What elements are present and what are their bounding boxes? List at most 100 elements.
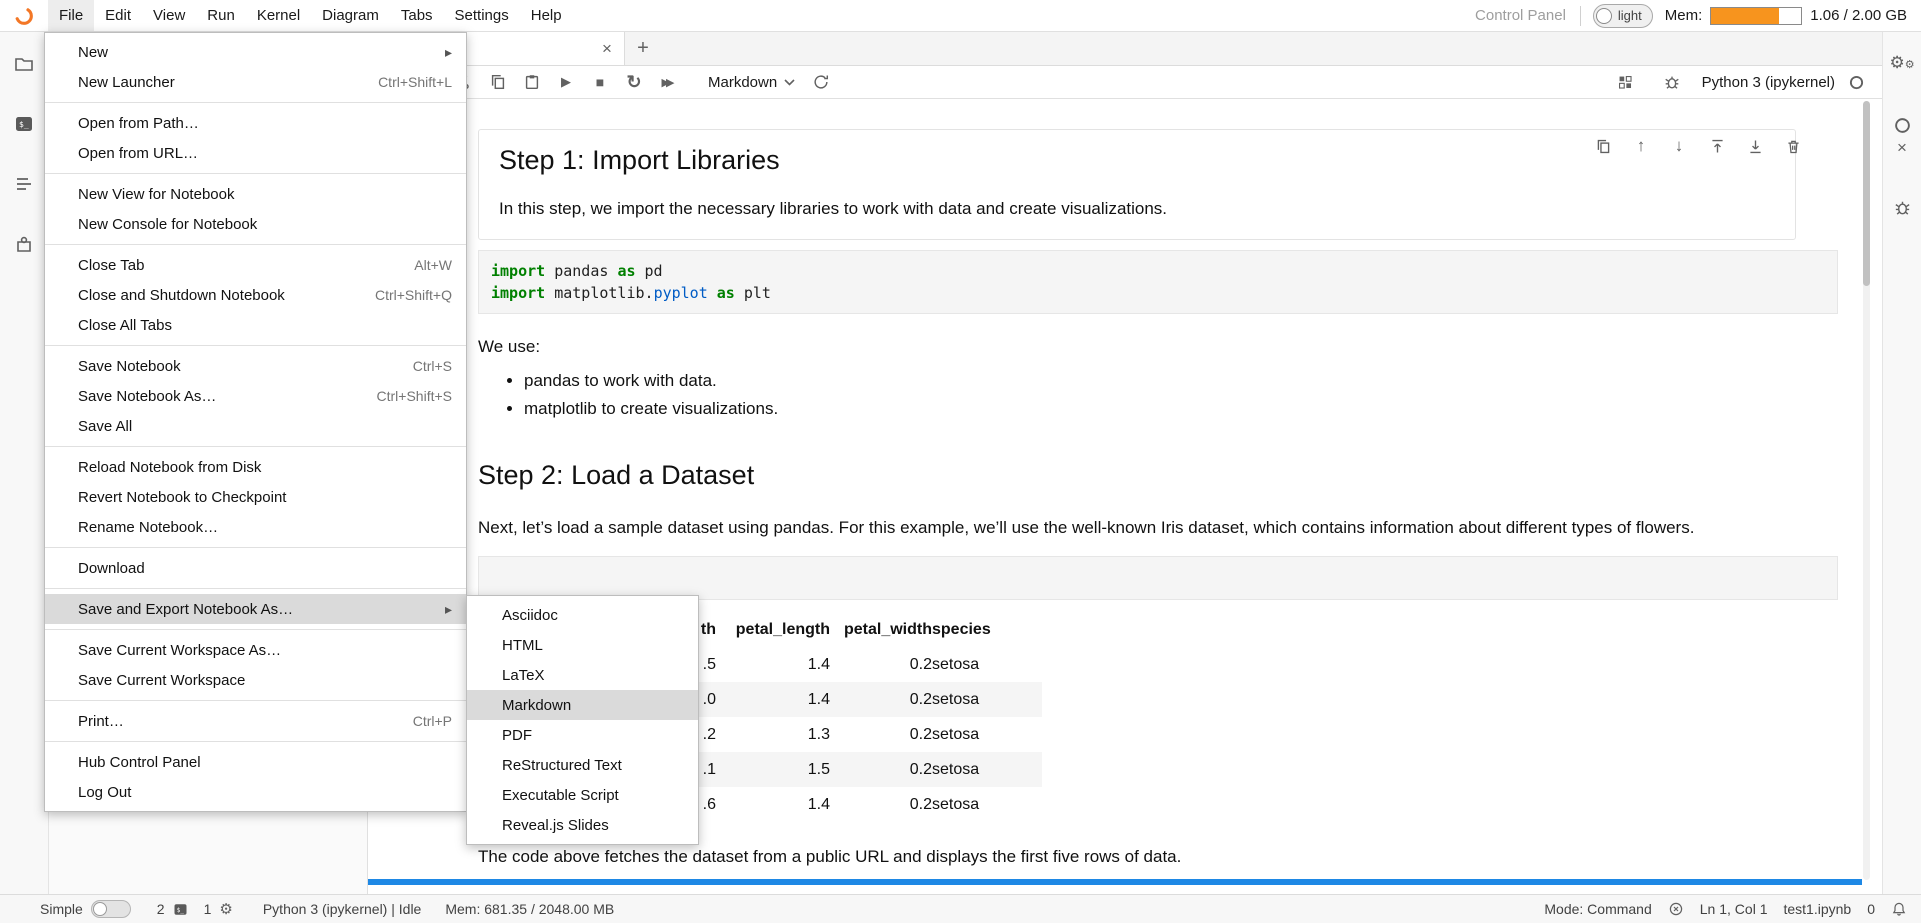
menu-diagram[interactable]: Diagram <box>311 0 390 31</box>
menu-separator <box>45 741 466 742</box>
vertical-scrollbar-thumb[interactable] <box>1863 101 1870 286</box>
menu-item-reload-notebook-from-disk[interactable]: Reload Notebook from Disk <box>45 452 466 482</box>
menu-item-download[interactable]: Download <box>45 553 466 583</box>
submenu-item-revealjs-slides[interactable]: Reveal.js Slides <box>467 810 698 840</box>
kernels-gear-icon[interactable]: ⚙ <box>219 902 232 917</box>
markdown-cell-we-use[interactable]: We use: pandas to work with data. matplo… <box>478 336 1818 423</box>
run-cell-button[interactable]: ▶ <box>550 69 582 95</box>
running-terminals-icon[interactable]: $_ <box>14 114 34 134</box>
menu-item-new-console-for-notebook[interactable]: New Console for Notebook <box>45 209 466 239</box>
submenu-item-restructured-text[interactable]: ReStructured Text <box>467 750 698 780</box>
kernel-circle-icon[interactable] <box>1894 117 1911 134</box>
new-tab-button[interactable]: + <box>625 32 661 65</box>
insert-cell-below-icon[interactable] <box>1744 135 1766 157</box>
list-item: matplotlib to create visualizations. <box>524 395 1818 423</box>
debugger-icon[interactable] <box>1656 69 1688 95</box>
menu-help[interactable]: Help <box>520 0 573 31</box>
kernel-status-icon <box>1849 75 1864 90</box>
control-panel-link[interactable]: Control Panel <box>1475 6 1581 26</box>
paste-cell-button[interactable] <box>516 69 548 95</box>
menu-item-close-all-tabs[interactable]: Close All Tabs <box>45 310 466 340</box>
submenu-item-html[interactable]: HTML <box>467 630 698 660</box>
menu-run[interactable]: Run <box>196 0 246 31</box>
menu-item-save-current-workspace-as[interactable]: Save Current Workspace As… <box>45 635 466 665</box>
restart-run-all-button[interactable]: ▶▶ <box>652 69 684 95</box>
menu-item-save-all[interactable]: Save All <box>45 411 466 441</box>
close-panel-icon[interactable]: × <box>1897 138 1907 158</box>
menu-separator <box>45 547 466 548</box>
restart-icon: ↻ <box>626 72 641 93</box>
tab-close-icon[interactable]: × <box>598 40 616 58</box>
step1-heading: Step 1: Import Libraries <box>499 144 1775 176</box>
vertical-scrollbar[interactable] <box>1863 101 1870 880</box>
accessibility-icon[interactable] <box>1668 901 1684 917</box>
menu-view[interactable]: View <box>142 0 196 31</box>
bell-icon[interactable] <box>1891 901 1907 917</box>
submenu-item-asciidoc[interactable]: Asciidoc <box>467 600 698 630</box>
submenu-item-latex[interactable]: LaTeX <box>467 660 698 690</box>
code-cell-imports[interactable]: import pandas as pd import matplotlib.py… <box>478 250 1838 314</box>
menu-kernel[interactable]: Kernel <box>246 0 311 31</box>
menu-item-save-current-workspace[interactable]: Save Current Workspace <box>45 665 466 695</box>
duplicate-cell-icon[interactable] <box>1592 135 1614 157</box>
theme-toggle-knob <box>1596 8 1612 24</box>
menu-item-print[interactable]: Print… Ctrl+P <box>45 706 466 736</box>
horizontal-scrollbar[interactable] <box>368 879 1862 885</box>
menu-item-close-and-shutdown-notebook[interactable]: Close and Shutdown Notebook Ctrl+Shift+Q <box>45 280 466 310</box>
move-cell-down-icon[interactable]: ↓ <box>1668 135 1690 157</box>
markdown-cell-step2[interactable]: Step 2: Load a Dataset Next, let’s load … <box>478 459 1818 538</box>
dataframe-output-table: th petal_length petal_width species .5 1… <box>690 612 1042 822</box>
simple-mode-toggle[interactable] <box>91 900 131 918</box>
jupyter-logo-icon <box>13 5 35 27</box>
kernel-grid-icon[interactable] <box>1610 69 1642 95</box>
menu-file[interactable]: File <box>48 0 94 31</box>
debugger-bug-icon[interactable] <box>1893 198 1912 217</box>
plus-icon: + <box>637 37 649 60</box>
menu-item-hub-control-panel[interactable]: Hub Control Panel <box>45 747 466 777</box>
menu-item-new[interactable]: New ▸ <box>45 37 466 67</box>
copy-cell-button[interactable] <box>482 69 514 95</box>
menu-item-save-notebook-as[interactable]: Save Notebook As… Ctrl+Shift+S <box>45 381 466 411</box>
terminals-count[interactable]: 2 <box>157 901 165 917</box>
menu-item-save-and-export-notebook-as[interactable]: Save and Export Notebook As… ▸ <box>45 594 466 624</box>
move-cell-up-icon[interactable]: ↑ <box>1630 135 1652 157</box>
submenu-item-executable-script[interactable]: Executable Script <box>467 780 698 810</box>
menu-item-new-launcher[interactable]: New Launcher Ctrl+Shift+L <box>45 67 466 97</box>
insert-cell-above-icon[interactable] <box>1706 135 1728 157</box>
delete-cell-icon[interactable] <box>1782 135 1804 157</box>
menu-item-log-out[interactable]: Log Out <box>45 777 466 807</box>
restart-kernel-button[interactable]: ↻ <box>618 69 650 95</box>
notifications-count[interactable]: 0 <box>1867 901 1875 917</box>
interrupt-kernel-button[interactable]: ■ <box>584 69 616 95</box>
menu-separator <box>45 588 466 589</box>
property-inspector-icon[interactable]: ⚙⚙ <box>1889 54 1914 71</box>
kernels-count[interactable]: 1 <box>204 901 212 917</box>
jupyterlab-window: File Edit View Run Kernel Diagram Tabs S… <box>0 0 1921 923</box>
command-mode-text[interactable]: Mode: Command <box>1544 901 1651 917</box>
cell-type-dropdown[interactable]: Markdown <box>700 72 803 93</box>
menu-edit[interactable]: Edit <box>94 0 142 31</box>
sync-diagram-button[interactable] <box>805 69 837 95</box>
menu-item-revert-notebook-to-checkpoint[interactable]: Revert Notebook to Checkpoint <box>45 482 466 512</box>
menu-item-open-from-path[interactable]: Open from Path… <box>45 108 466 138</box>
menu-item-new-view-for-notebook[interactable]: New View for Notebook <box>45 179 466 209</box>
menu-item-open-from-url[interactable]: Open from URL… <box>45 138 466 168</box>
menu-item-rename-notebook[interactable]: Rename Notebook… <box>45 512 466 542</box>
table-row: .2 1.3 0.2 setosa <box>690 717 1042 752</box>
kernel-status-text[interactable]: Python 3 (ipykernel) | Idle <box>263 901 422 917</box>
menu-tabs[interactable]: Tabs <box>390 0 444 31</box>
submenu-item-pdf[interactable]: PDF <box>467 720 698 750</box>
menu-settings[interactable]: Settings <box>444 0 520 31</box>
terminal-icon[interactable]: $_ <box>173 902 188 917</box>
extension-manager-icon[interactable] <box>14 234 34 254</box>
code-cell-load-dataset[interactable] <box>478 556 1838 600</box>
table-of-contents-icon[interactable] <box>14 174 34 194</box>
menu-item-close-tab[interactable]: Close Tab Alt+W <box>45 250 466 280</box>
cursor-position-text[interactable]: Ln 1, Col 1 <box>1700 901 1768 917</box>
menu-item-save-notebook[interactable]: Save Notebook Ctrl+S <box>45 351 466 381</box>
right-activity-bar: ⚙⚙ × <box>1882 32 1921 894</box>
kernel-name[interactable]: Python 3 (ipykernel) <box>1702 74 1835 91</box>
submenu-item-markdown[interactable]: Markdown <box>467 690 698 720</box>
file-browser-icon[interactable] <box>14 54 34 74</box>
theme-toggle[interactable]: light <box>1593 4 1653 28</box>
